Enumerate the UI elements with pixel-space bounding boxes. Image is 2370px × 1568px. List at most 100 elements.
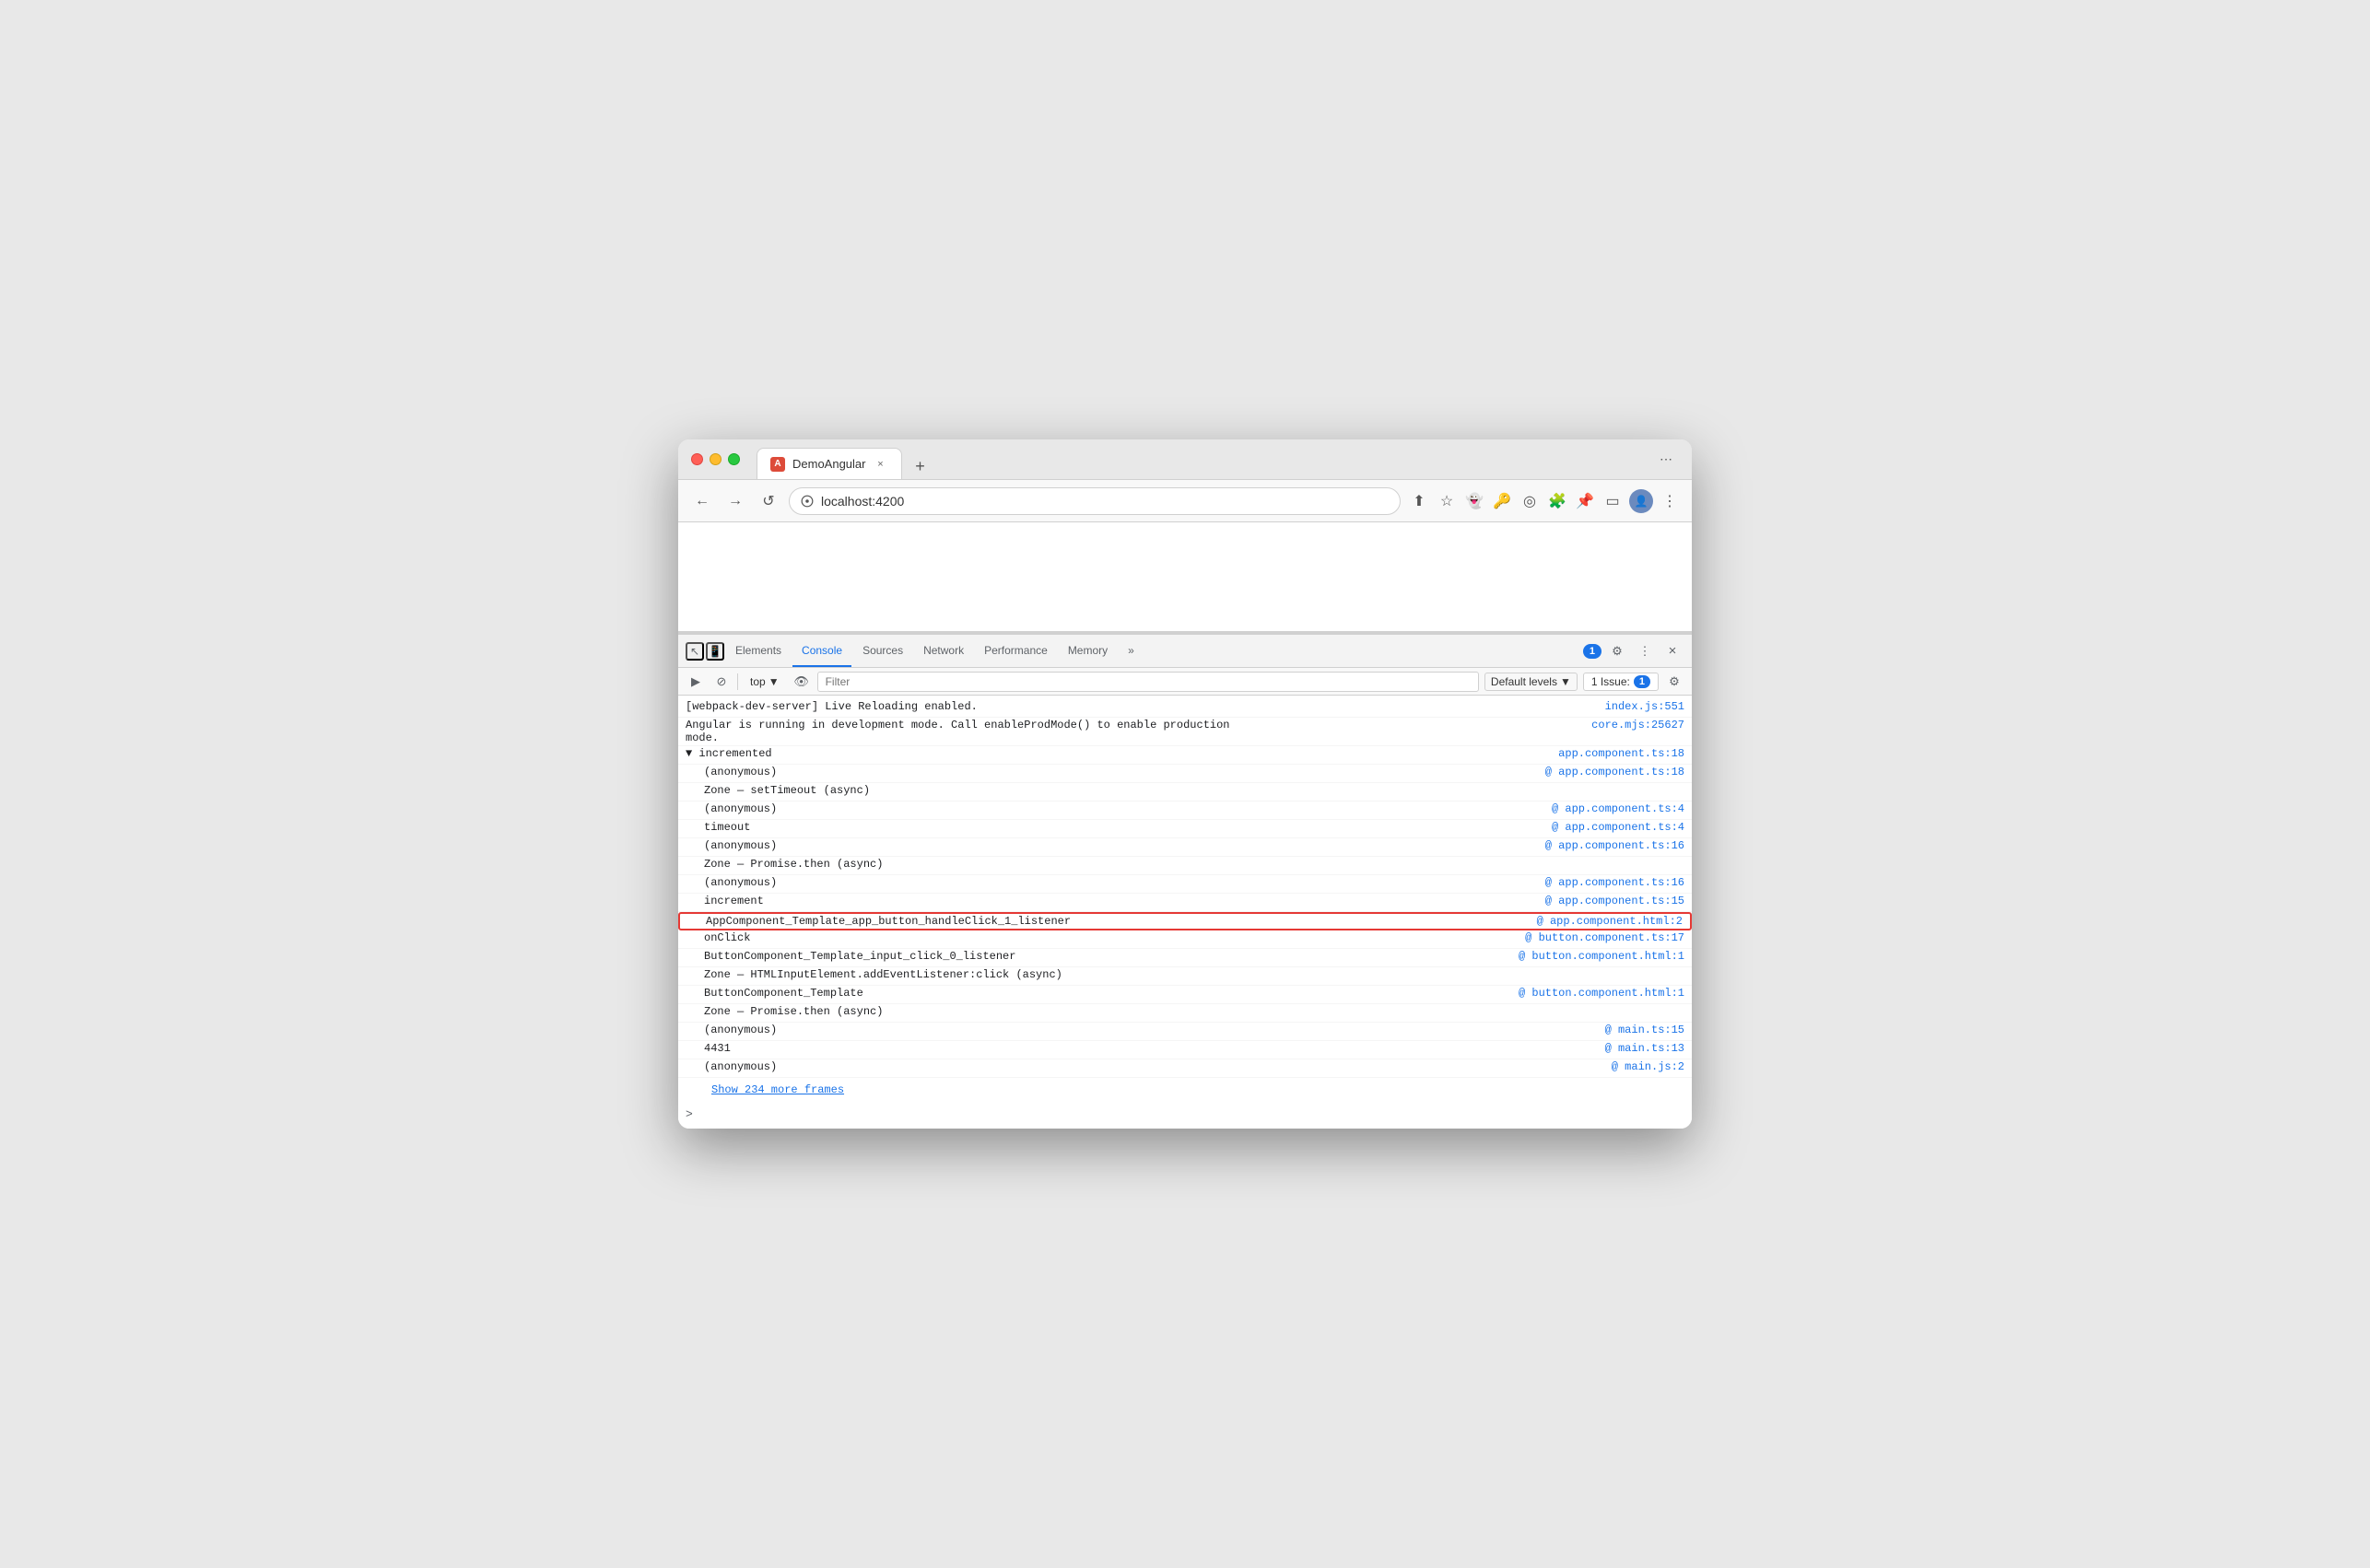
default-levels-selector[interactable]: Default levels ▼	[1484, 673, 1578, 691]
console-source-link[interactable]: @ button.component.html:1	[1519, 950, 1684, 963]
browser-tab-demo-angular[interactable]: A DemoAngular ×	[757, 448, 902, 479]
console-line: (anonymous) @ app.component.ts:4	[678, 802, 1692, 820]
cast-icon[interactable]: ▭	[1602, 490, 1624, 512]
show-more-frames-link[interactable]: Show 234 more frames	[704, 1080, 851, 1100]
tab-elements[interactable]: Elements	[726, 635, 791, 667]
filter-input[interactable]	[817, 672, 1479, 692]
console-source-link[interactable]: @ button.component.ts:17	[1525, 931, 1684, 944]
stop-button[interactable]: ⊘	[711, 672, 732, 692]
console-source-link[interactable]: @ main.ts:15	[1605, 1024, 1684, 1036]
console-line-text: (anonymous)	[686, 1024, 1605, 1036]
reload-button[interactable]: ↺	[756, 488, 781, 514]
page-content	[678, 522, 1692, 633]
browser-window: A DemoAngular × + ⋯ ← → ↺ localhost:4200…	[678, 439, 1692, 1129]
tab-sources[interactable]: Sources	[853, 635, 912, 667]
devtools-right-controls: 1 ⚙ ⋮ ×	[1583, 639, 1684, 663]
title-bar-right: ⋯	[1653, 447, 1679, 473]
issue-label: 1 Issue:	[1591, 675, 1630, 688]
tab-network[interactable]: Network	[914, 635, 973, 667]
console-line: Zone — setTimeout (async)	[678, 783, 1692, 802]
devtools-settings-icon[interactable]: ⚙	[1605, 639, 1629, 663]
nav-bar: ← → ↺ localhost:4200 ⬆ ☆ 👻 🔑 ◎ 🧩 📌 ▭ 👤 ⋮	[678, 480, 1692, 522]
console-source-link[interactable]: @ app.component.ts:16	[1545, 876, 1684, 889]
tab-close-button[interactable]: ×	[874, 457, 888, 472]
devtools-close-button[interactable]: ×	[1660, 639, 1684, 663]
share-icon[interactable]: ⬆	[1408, 490, 1430, 512]
console-source-link[interactable]: @ app.component.ts:4	[1552, 821, 1684, 834]
address-bar[interactable]: localhost:4200	[789, 487, 1401, 515]
tab-memory[interactable]: Memory	[1059, 635, 1117, 667]
console-line: (anonymous) @ app.component.ts:16	[678, 875, 1692, 894]
console-source-link[interactable]: @ app.component.ts:16	[1545, 839, 1684, 852]
forward-button[interactable]: →	[722, 488, 748, 514]
devtools-inspect-icon[interactable]: ↖	[686, 642, 704, 661]
console-line: ButtonComponent_Template @ button.compon…	[678, 986, 1692, 1004]
eye-icon-button[interactable]: 👁	[792, 672, 812, 692]
console-source-link[interactable]: @ app.component.html:2	[1537, 915, 1683, 928]
console-source-link[interactable]: app.component.ts:18	[1558, 747, 1684, 760]
console-source-link[interactable]: @ app.component.ts:18	[1545, 766, 1684, 778]
tab-title: DemoAngular	[792, 457, 866, 471]
prompt-arrow: >	[686, 1107, 693, 1121]
console-line-text: (anonymous)	[686, 802, 1552, 815]
devtools-more-options-icon[interactable]: ⋮	[1633, 639, 1657, 663]
new-tab-button[interactable]: +	[908, 453, 933, 479]
console-source-link[interactable]: core.mjs:25627	[1591, 719, 1684, 731]
console-line-text: Angular is running in development mode. …	[686, 719, 1591, 744]
maximize-window-button[interactable]	[728, 453, 740, 465]
console-source-link[interactable]: @ app.component.ts:4	[1552, 802, 1684, 815]
console-line-text: 4431	[686, 1042, 1605, 1055]
top-context-selector[interactable]: top ▼	[744, 673, 786, 691]
console-source-link[interactable]: @ main.js:2	[1612, 1060, 1684, 1073]
title-bar: A DemoAngular × + ⋯	[678, 439, 1692, 480]
close-window-button[interactable]	[691, 453, 703, 465]
show-more-container: Show 234 more frames	[678, 1078, 1692, 1104]
console-line: ButtonComponent_Template_input_click_0_l…	[678, 949, 1692, 967]
back-button[interactable]: ←	[689, 488, 715, 514]
console-line-text: (anonymous)	[686, 839, 1545, 852]
console-line-text: timeout	[686, 821, 1552, 834]
profile-pin-icon[interactable]: 📌	[1574, 490, 1596, 512]
nav-right-icons: ⬆ ☆ 👻 🔑 ◎ 🧩 📌 ▭ 👤 ⋮	[1408, 489, 1681, 513]
console-line: (anonymous) @ main.js:2	[678, 1059, 1692, 1078]
toolbar-separator-1	[737, 673, 738, 690]
console-line: 4431 @ main.ts:13	[678, 1041, 1692, 1059]
console-line-text: Zone — Promise.then (async)	[686, 1005, 1684, 1018]
issues-badge[interactable]: 1 Issue: 1	[1583, 673, 1659, 691]
console-source-link[interactable]: @ app.component.ts:15	[1545, 895, 1684, 907]
console-line: ▼ incremented app.component.ts:18	[678, 746, 1692, 765]
url-text: localhost:4200	[821, 494, 904, 509]
bookmark-icon[interactable]: ☆	[1436, 490, 1458, 512]
console-line: timeout @ app.component.ts:4	[678, 820, 1692, 838]
console-prompt: >	[678, 1104, 1692, 1125]
tab-more[interactable]: »	[1119, 635, 1144, 667]
console-source-link[interactable]: index.js:551	[1605, 700, 1684, 713]
console-line-text: onClick	[686, 931, 1525, 944]
console-line-text: (anonymous)	[686, 766, 1545, 778]
minimize-window-button[interactable]	[710, 453, 722, 465]
traffic-lights	[691, 453, 740, 465]
password-icon[interactable]: 🔑	[1491, 490, 1513, 512]
devtools-panel: ↖ 📱 Elements Console Sources Network Per…	[678, 633, 1692, 1129]
user-avatar[interactable]: 👤	[1629, 489, 1653, 513]
top-context-label: top	[750, 675, 766, 688]
console-line: Angular is running in development mode. …	[678, 718, 1692, 746]
execute-button[interactable]: ▶	[686, 672, 706, 692]
console-line: [webpack-dev-server] Live Reloading enab…	[678, 699, 1692, 718]
console-line: onClick @ button.component.ts:17	[678, 930, 1692, 949]
devtools-device-icon[interactable]: 📱	[706, 642, 724, 661]
minimize-chrome-icon[interactable]: ⋯	[1653, 447, 1679, 473]
console-source-link[interactable]: @ button.component.html:1	[1519, 987, 1684, 1000]
console-line-text: ▼ incremented	[686, 747, 1558, 760]
console-line-text: Zone — HTMLInputElement.addEventListener…	[686, 968, 1684, 981]
console-output: [webpack-dev-server] Live Reloading enab…	[678, 696, 1692, 1129]
extension2-icon[interactable]: 🧩	[1546, 490, 1568, 512]
extension-icon[interactable]: 👻	[1463, 490, 1485, 512]
tab-console[interactable]: Console	[792, 635, 851, 667]
console-line: (anonymous) @ main.ts:15	[678, 1023, 1692, 1041]
console-source-link[interactable]: @ main.ts:13	[1605, 1042, 1684, 1055]
lens-icon[interactable]: ◎	[1519, 490, 1541, 512]
tab-performance[interactable]: Performance	[975, 635, 1057, 667]
issues-settings-icon[interactable]: ⚙	[1664, 672, 1684, 692]
more-options-icon[interactable]: ⋮	[1659, 490, 1681, 512]
